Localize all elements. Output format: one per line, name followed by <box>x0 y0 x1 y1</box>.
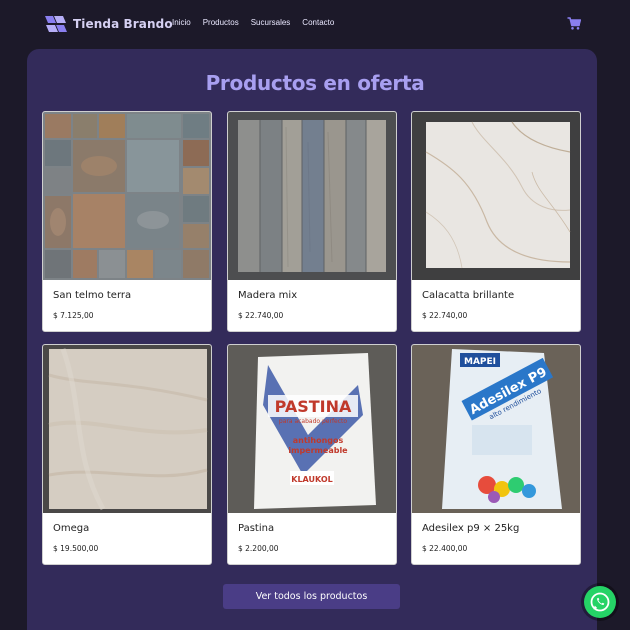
product-image <box>228 112 396 280</box>
bag-tagline-text: para acabado perfecto <box>279 418 347 425</box>
product-price: $ 7.125,00 <box>53 311 94 320</box>
product-name: Pastina <box>238 523 275 534</box>
product-name: San telmo terra <box>53 290 132 301</box>
view-all-products-button[interactable]: Ver todos los productos <box>223 584 400 609</box>
nav-link-sucursales[interactable]: Sucursales <box>251 18 291 27</box>
bag-maker-text: MAPEI <box>464 357 496 367</box>
cart-button[interactable] <box>567 17 581 30</box>
bag-maker-text: KLAUKOL <box>291 475 332 484</box>
nav-link-contacto[interactable]: Contacto <box>302 18 334 27</box>
product-price: $ 22.740,00 <box>238 311 284 320</box>
section-title: Productos en oferta <box>205 71 425 95</box>
product-card[interactable]: Omega $ 19.500,00 <box>42 344 212 565</box>
product-name: Calacatta brillante <box>422 290 515 301</box>
product-card[interactable]: Madera mix $ 22.740,00 <box>227 111 397 332</box>
nav-link-inicio[interactable]: Inicio <box>172 18 191 27</box>
brand-name: Tienda Brando <box>73 17 173 31</box>
product-name: Adesilex p9 × 25kg <box>422 523 520 534</box>
nav-links: Inicio Productos Sucursales Contacto <box>172 18 334 27</box>
bag-brand-text: PASTINA <box>275 397 352 416</box>
product-image: MAPEI Adesilex P9 alto rendimiento <box>412 345 580 513</box>
nav-link-productos[interactable]: Productos <box>203 18 239 27</box>
bag-feature-text: antihongos <box>293 436 344 445</box>
product-card[interactable]: MAPEI Adesilex P9 alto rendimiento Adesi… <box>411 344 581 565</box>
shopping-cart-icon <box>567 17 581 30</box>
product-card[interactable]: San telmo terra $ 7.125,00 <box>42 111 212 332</box>
product-price: $ 22.740,00 <box>422 311 468 320</box>
product-image <box>43 112 211 280</box>
product-price: $ 22.400,00 <box>422 544 468 553</box>
product-price: $ 2.200,00 <box>238 544 279 553</box>
product-image <box>43 345 211 513</box>
whatsapp-button[interactable] <box>584 586 616 618</box>
product-image: PASTINA para acabado perfecto antihongos… <box>228 345 396 513</box>
product-card[interactable]: PASTINA para acabado perfecto antihongos… <box>227 344 397 565</box>
navbar: Tienda Brando Inicio Productos Sucursale… <box>0 0 630 48</box>
bag-feature-text: impermeable <box>288 446 348 455</box>
whatsapp-icon <box>590 592 610 612</box>
brand-link[interactable]: Tienda Brando <box>45 14 173 34</box>
brand-logo-icon <box>45 16 67 32</box>
product-image <box>412 112 580 280</box>
product-name: Madera mix <box>238 290 298 301</box>
product-card[interactable]: Calacatta brillante $ 22.740,00 <box>411 111 581 332</box>
product-name: Omega <box>53 523 90 534</box>
product-price: $ 19.500,00 <box>53 544 99 553</box>
